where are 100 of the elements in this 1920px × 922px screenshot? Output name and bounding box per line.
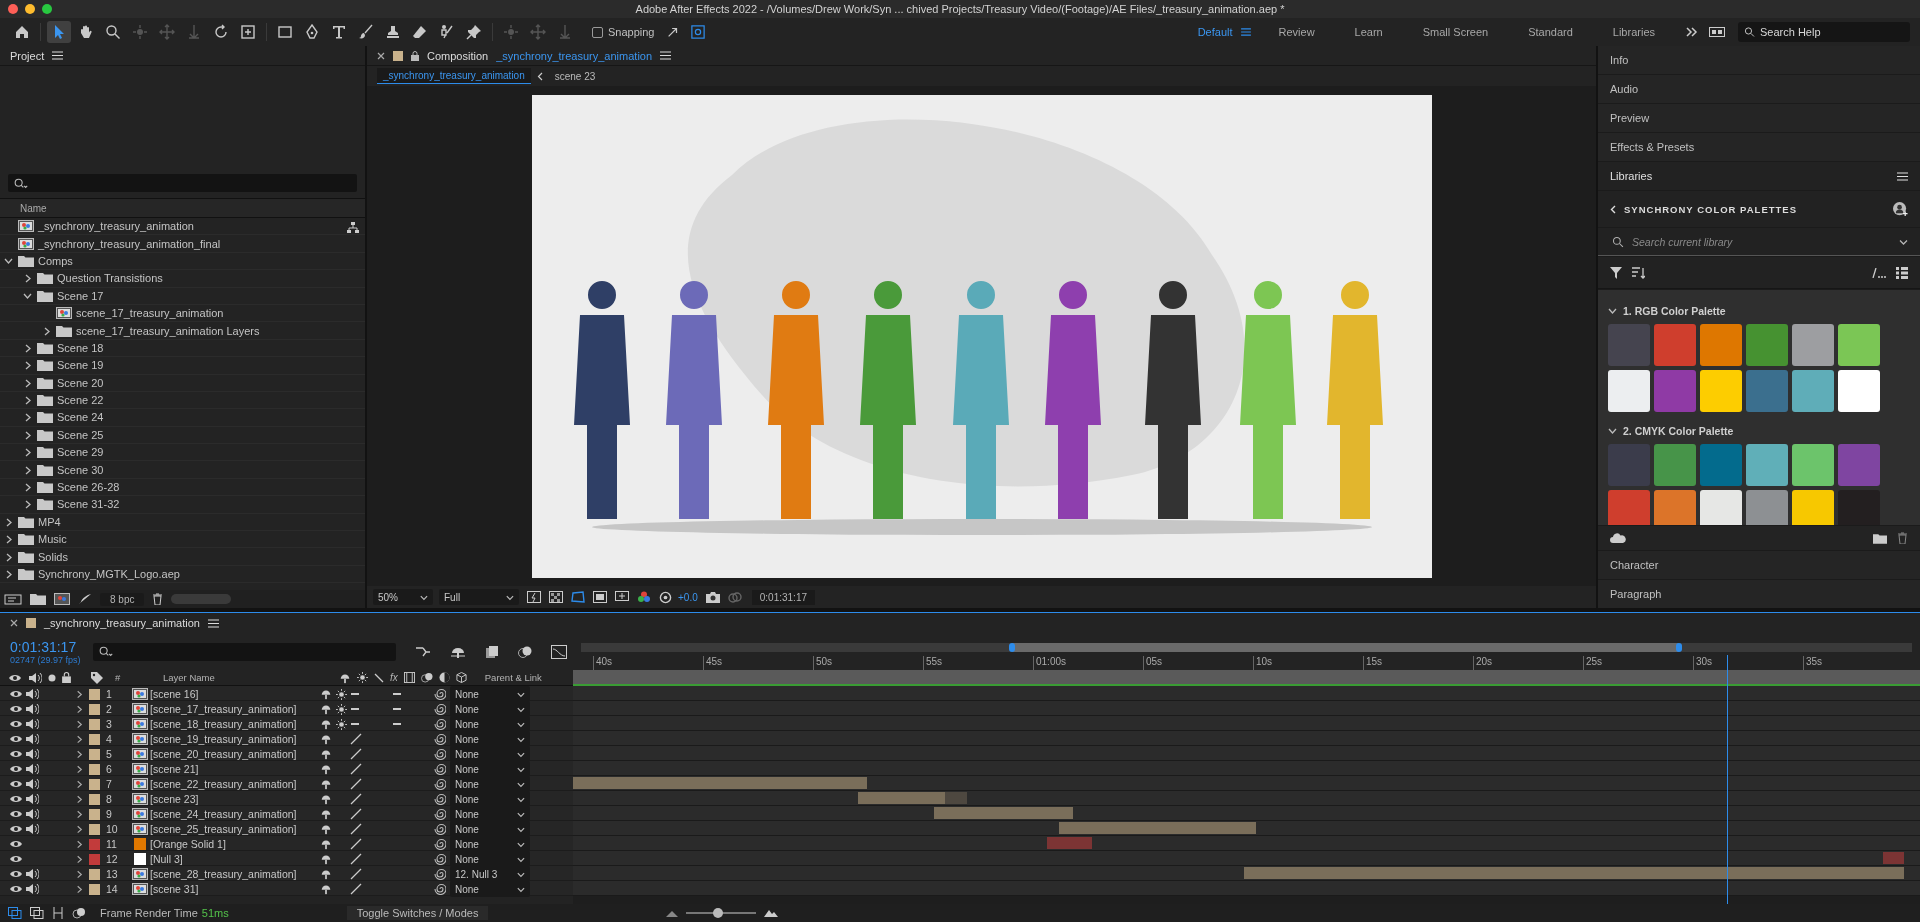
new-composition-icon[interactable]: [54, 593, 70, 605]
panel-title[interactable]: Composition: [427, 49, 489, 62]
color-swatch[interactable]: [1746, 444, 1788, 486]
eye-icon[interactable]: [9, 868, 23, 880]
layer-row[interactable]: 12 [Null 3] None: [0, 851, 573, 866]
camera-icon[interactable]: [705, 591, 720, 603]
pick-whip-icon[interactable]: [434, 703, 446, 715]
shy-icon[interactable]: [320, 778, 332, 790]
item-label[interactable]: Scene 30: [57, 463, 104, 476]
dash-icon[interactable]: [392, 693, 401, 695]
color-swatch[interactable]: [1654, 444, 1696, 486]
speaker-icon[interactable]: [25, 823, 39, 835]
eye-icon[interactable]: [9, 733, 23, 745]
color-swatch[interactable]: [1654, 324, 1696, 366]
pick-whip-icon[interactable]: [434, 688, 446, 700]
shy-icon[interactable]: [320, 688, 332, 700]
color-swatch[interactable]: [1608, 490, 1650, 525]
column-header[interactable]: #: [115, 672, 137, 683]
eye-icon[interactable]: [9, 718, 23, 730]
workspace-tab[interactable]: Review: [1258, 21, 1335, 43]
color-channels-icon[interactable]: [637, 591, 651, 603]
color-swatch[interactable]: [1700, 444, 1742, 486]
layer-row[interactable]: 13 [scene_28_treasury_animation] 12. Null 3: [0, 866, 573, 881]
parent-dropdown[interactable]: None: [450, 731, 530, 747]
panel-tab[interactable]: Character: [1610, 559, 1659, 571]
sun-icon[interactable]: [357, 672, 368, 683]
overflow-icon[interactable]: [1686, 27, 1698, 37]
item-label[interactable]: Scene 20: [57, 376, 104, 389]
modes-icon[interactable]: [30, 907, 44, 919]
toggle-switches-button[interactable]: Toggle Switches / Modes: [346, 906, 489, 920]
color-swatch[interactable]: [1746, 490, 1788, 525]
item-label[interactable]: _synchrony_treasury_animation: [38, 220, 194, 233]
label-color[interactable]: [88, 778, 100, 790]
eye-icon[interactable]: [9, 778, 23, 790]
layer-name[interactable]: [scene 21]: [148, 762, 318, 776]
quality-icon[interactable]: [349, 868, 362, 880]
chevron-icon[interactable]: [23, 342, 33, 353]
slider-thumb[interactable]: [712, 908, 723, 918]
color-swatch[interactable]: [1746, 370, 1788, 412]
add-user-icon[interactable]: [1893, 201, 1908, 217]
eye-icon[interactable]: [9, 808, 23, 820]
speaker-icon[interactable]: [25, 868, 39, 880]
navigator-track[interactable]: [581, 643, 1912, 652]
quality-icon[interactable]: [349, 838, 362, 850]
label-color[interactable]: [88, 838, 100, 850]
pick-whip-icon[interactable]: [434, 853, 446, 865]
cube-icon[interactable]: [455, 672, 467, 683]
speaker-icon[interactable]: [25, 793, 39, 805]
eye-icon[interactable]: [9, 748, 23, 760]
new-folder-icon[interactable]: [30, 593, 46, 605]
flowchart-icon[interactable]: [347, 222, 359, 234]
panel-title[interactable]: Project: [10, 49, 45, 62]
eye-icon[interactable]: [9, 838, 23, 850]
frame-blending-icon[interactable]: [485, 644, 499, 659]
color-swatch[interactable]: [1608, 324, 1650, 366]
color-swatch[interactable]: [1700, 370, 1742, 412]
panel-tab[interactable]: Audio: [1610, 83, 1639, 95]
layer-row[interactable]: 3 [scene_18_treasury_animation] None: [0, 716, 573, 731]
item-label[interactable]: Music: [38, 533, 67, 546]
workspace-tab[interactable]: Libraries: [1592, 21, 1675, 43]
chevron-left-icon[interactable]: [1610, 204, 1616, 214]
zoom-in-icon[interactable]: [764, 909, 779, 917]
pick-whip-icon[interactable]: [434, 778, 446, 790]
layer-name[interactable]: [scene 16]: [148, 687, 318, 701]
current-time[interactable]: 0:01:31:17: [10, 638, 84, 655]
eye-icon[interactable]: [9, 763, 23, 775]
item-label[interactable]: Scene 31-32: [57, 498, 120, 511]
layers-icon[interactable]: [8, 907, 22, 919]
quality-icon[interactable]: [349, 778, 362, 790]
layer-row[interactable]: 10 [scene_25_treasury_animation] None: [0, 821, 573, 836]
item-label[interactable]: scene_17_treasury_animation: [76, 307, 224, 320]
tag-icon[interactable]: [91, 671, 103, 684]
workspace-tab[interactable]: Default: [1177, 21, 1241, 43]
label-color[interactable]: [88, 793, 100, 805]
layer-row[interactable]: 14 [scene 31] None: [0, 881, 573, 896]
layer-row[interactable]: 6 [scene 21] None: [0, 761, 573, 776]
timecode-field[interactable]: 0:01:31:17: [751, 589, 815, 605]
sun-icon[interactable]: [336, 688, 347, 700]
speaker-icon[interactable]: [25, 733, 39, 745]
pick-whip-icon[interactable]: [434, 868, 446, 880]
layer-name[interactable]: [scene 31]: [148, 882, 318, 896]
pick-whip-icon[interactable]: [434, 838, 446, 850]
path-view-icon[interactable]: [1872, 267, 1886, 278]
snapping-checkbox[interactable]: [592, 26, 603, 38]
snap-target-icon[interactable]: [690, 25, 705, 39]
region-icon[interactable]: [615, 591, 629, 603]
solo-icon[interactable]: [48, 673, 56, 682]
frame-blending-icon[interactable]: [403, 672, 415, 683]
parent-dropdown[interactable]: None: [450, 851, 530, 867]
palette-name[interactable]: 1. RGB Color Palette: [1623, 305, 1726, 317]
layer-name[interactable]: [scene 23]: [148, 792, 318, 806]
parent-dropdown[interactable]: None: [450, 761, 530, 777]
item-label[interactable]: Scene 22: [57, 394, 104, 407]
speaker-icon[interactable]: [25, 778, 39, 790]
column-header[interactable]: Name: [20, 202, 47, 214]
folder-icon[interactable]: [1873, 532, 1887, 544]
color-swatch[interactable]: [1838, 370, 1880, 412]
layer-name[interactable]: [Null 3]: [148, 852, 318, 866]
interpret-footage-icon[interactable]: [4, 593, 22, 605]
dash-icon[interactable]: [392, 708, 401, 710]
